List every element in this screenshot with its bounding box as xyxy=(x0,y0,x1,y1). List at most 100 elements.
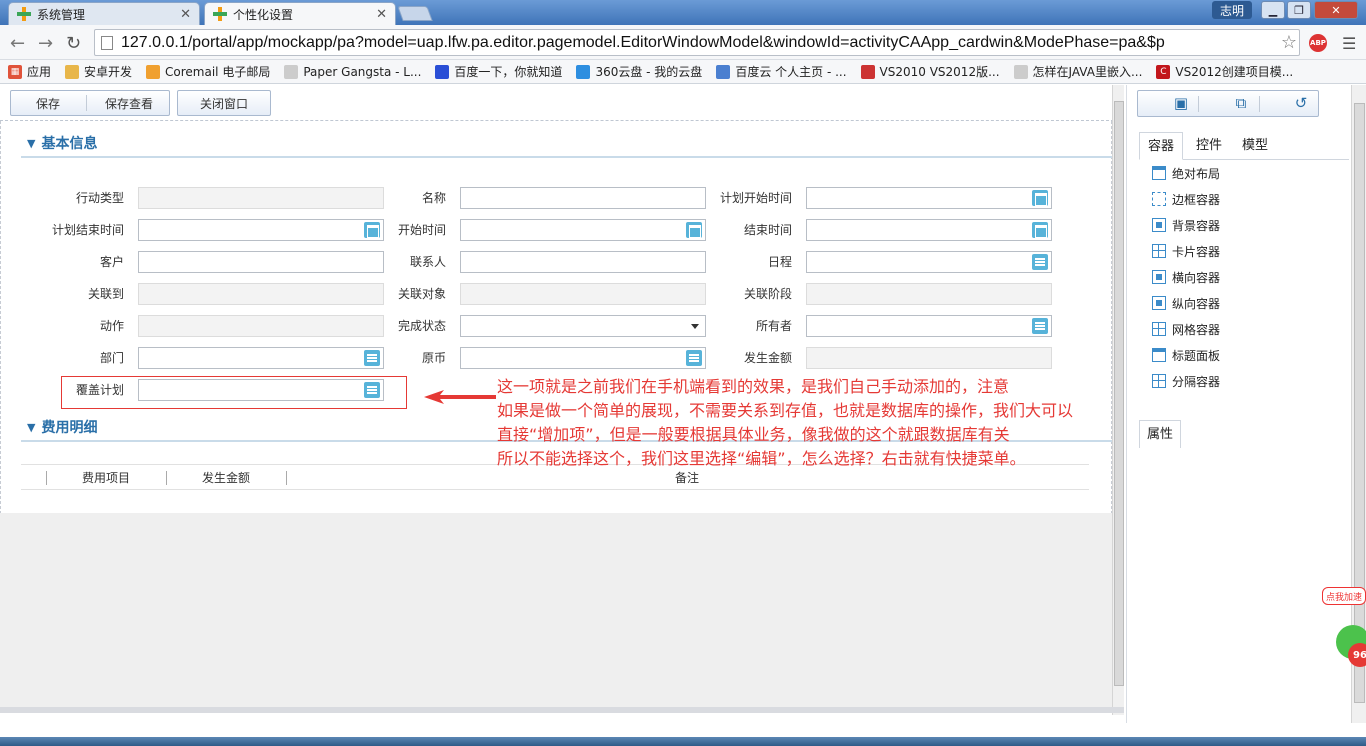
related-stage-field[interactable] xyxy=(806,283,1052,305)
toolbar-divider xyxy=(1198,96,1199,112)
browser-tab-strip: 系统管理 ✕ 个性化设置 ✕ 志明 ▁ ❐ ✕ xyxy=(0,0,1366,25)
end-time-field[interactable] xyxy=(806,219,1052,241)
bookmark-baidu-cloud[interactable]: 百度云 个人主页 - ... xyxy=(716,63,847,80)
save-group: 保存 保存查看 xyxy=(10,90,170,116)
section-basic-info[interactable]: ▼ 基本信息 xyxy=(21,130,1116,158)
copy-icon[interactable]: ⧉ xyxy=(1233,95,1249,111)
background-container-icon xyxy=(1152,218,1166,232)
label-action-type: 行动类型 xyxy=(75,191,124,205)
name-field[interactable] xyxy=(460,187,706,209)
url-text[interactable]: 127.0.0.1/portal/app/mockapp/pa?model=ua… xyxy=(121,34,1291,52)
reference-list-icon[interactable] xyxy=(1032,254,1048,270)
page-icon xyxy=(284,64,299,79)
container-card[interactable]: 卡片容器 xyxy=(1152,240,1220,262)
folder-icon xyxy=(65,64,80,79)
save-view-button[interactable]: 保存查看 xyxy=(87,95,171,112)
bookmark-360-cloud[interactable]: 360云盘 - 我的云盘 xyxy=(576,63,702,80)
container-vertical[interactable]: 纵向容器 xyxy=(1152,292,1220,314)
bookmark-vs2010[interactable]: VS2010 VS2012版... xyxy=(860,63,1000,80)
bookmarks-bar: ▦ 应用 安卓开发 Coremail 电子邮局 Paper Gangsta - L… xyxy=(0,60,1366,84)
completion-status-select[interactable] xyxy=(460,315,706,337)
adblock-extension-icon[interactable]: ABP xyxy=(1309,34,1327,52)
container-border[interactable]: 边框容器 xyxy=(1152,188,1220,210)
plan-start-field[interactable] xyxy=(806,187,1052,209)
speed-boost-label[interactable]: 点我加速 xyxy=(1322,587,1366,605)
tab-label: 系统管理 xyxy=(37,7,86,22)
profile-button[interactable]: 志明 xyxy=(1212,1,1252,19)
app-favicon-icon xyxy=(213,7,227,21)
label-contact: 联系人 xyxy=(409,255,446,269)
editor-app: 保存 保存查看 关闭窗口 ▼ 基本信息 行动类型 名称 计划开始时间 计划结束时… xyxy=(0,85,1366,746)
browser-menu-icon[interactable]: ☰ xyxy=(1342,34,1356,53)
label-owner: 所有者 xyxy=(755,319,792,333)
schedule-field[interactable] xyxy=(806,251,1052,273)
minimize-icon[interactable]: ▁ xyxy=(1261,1,1285,19)
annotation-text: 这一项就是之前我们在手机端看到的效果，是我们自己手动添加的，注意 如果是做一个简… xyxy=(497,375,1117,471)
baiduyun-icon xyxy=(716,64,731,79)
address-toolbar: ← → ↻ 127.0.0.1/portal/app/mockapp/pa?mo… xyxy=(0,25,1366,60)
owner-field[interactable] xyxy=(806,315,1052,337)
amount-field[interactable] xyxy=(806,347,1052,369)
address-bar[interactable]: 127.0.0.1/portal/app/mockapp/pa?model=ua… xyxy=(94,29,1300,56)
bookmark-java-embed[interactable]: 怎样在JAVA里嵌入... xyxy=(1013,63,1142,80)
speed-boost-widget[interactable]: 点我加速 96 xyxy=(1322,587,1366,687)
tab-model[interactable]: 模型 xyxy=(1233,132,1277,160)
vertical-container-icon xyxy=(1152,296,1166,310)
bookmark-android-dev[interactable]: 安卓开发 xyxy=(65,63,132,80)
column-amount[interactable]: 发生金额 xyxy=(167,465,285,491)
container-title-panel[interactable]: 标题面板 xyxy=(1152,344,1220,366)
tab-controls[interactable]: 控件 xyxy=(1187,132,1231,160)
reload-icon[interactable]: ↻ xyxy=(66,33,81,54)
back-icon[interactable]: ← xyxy=(10,33,25,54)
label-related-to: 关联到 xyxy=(87,287,124,301)
tab-personalization[interactable]: 个性化设置 ✕ xyxy=(204,2,396,25)
calendar-icon[interactable] xyxy=(1032,190,1048,206)
container-horizontal[interactable]: 横向容器 xyxy=(1152,266,1220,288)
tab-properties[interactable]: 属性 xyxy=(1139,420,1181,448)
os-taskbar xyxy=(0,737,1366,746)
column-expense-item[interactable]: 费用项目 xyxy=(47,465,165,491)
apps-icon: ▦ xyxy=(8,64,22,79)
chevron-down-icon[interactable]: ▼ xyxy=(27,137,35,150)
bookmark-star-icon[interactable]: ☆ xyxy=(1281,32,1297,53)
calendar-icon[interactable] xyxy=(1032,222,1048,238)
bookmark-coremail[interactable]: Coremail 电子邮局 xyxy=(146,63,270,80)
container-grid[interactable]: 网格容器 xyxy=(1152,318,1220,340)
baidu-icon xyxy=(435,64,450,79)
reference-list-icon[interactable] xyxy=(1032,318,1048,334)
tab-system-management[interactable]: 系统管理 ✕ xyxy=(8,2,200,25)
label-related-stage: 关联阶段 xyxy=(743,287,792,301)
close-window-icon[interactable]: ✕ xyxy=(1314,1,1358,19)
save-button[interactable]: 保存 xyxy=(11,95,85,112)
container-absolute-layout[interactable]: 绝对布局 xyxy=(1152,162,1220,184)
close-tab-icon[interactable]: ✕ xyxy=(376,7,387,22)
canvas-horizontal-scrollbar[interactable] xyxy=(0,707,1124,713)
start-time-field[interactable] xyxy=(460,219,706,241)
related-object-field[interactable] xyxy=(460,283,706,305)
bookmark-paper-gangsta[interactable]: Paper Gangsta - L... xyxy=(284,64,421,79)
label-name: 名称 xyxy=(421,191,446,205)
panel-tabs: 容器 控件 模型 xyxy=(1139,132,1349,160)
tab-containers[interactable]: 容器 xyxy=(1139,132,1183,160)
bookmark-baidu[interactable]: 百度一下，你就知道 xyxy=(435,63,562,80)
container-splitter[interactable]: 分隔容器 xyxy=(1152,370,1220,392)
memory-badge: 96 xyxy=(1348,643,1366,667)
app-favicon-icon xyxy=(17,7,31,21)
refresh-icon[interactable]: ↺ xyxy=(1293,95,1309,111)
currency-field[interactable] xyxy=(460,347,706,369)
horizontal-container-icon xyxy=(1152,270,1166,284)
new-tab-button[interactable] xyxy=(397,6,433,21)
save-icon[interactable]: ▣ xyxy=(1173,95,1189,111)
contact-field[interactable] xyxy=(460,251,706,273)
label-end-time: 结束时间 xyxy=(743,223,792,237)
forward-icon[interactable]: → xyxy=(38,33,53,54)
bookmark-vs2012[interactable]: C VS2012创建项目模... xyxy=(1156,63,1293,80)
close-window-button[interactable]: 关闭窗口 xyxy=(177,90,271,116)
toolbar-divider xyxy=(1259,96,1260,112)
label-plan-end: 计划结束时间 xyxy=(51,223,124,237)
bookmark-apps[interactable]: ▦ 应用 xyxy=(8,63,51,80)
container-background[interactable]: 背景容器 xyxy=(1152,214,1220,236)
chevron-down-icon[interactable]: ▼ xyxy=(27,421,35,434)
maximize-icon[interactable]: ❐ xyxy=(1287,1,1311,19)
close-tab-icon[interactable]: ✕ xyxy=(180,7,191,22)
